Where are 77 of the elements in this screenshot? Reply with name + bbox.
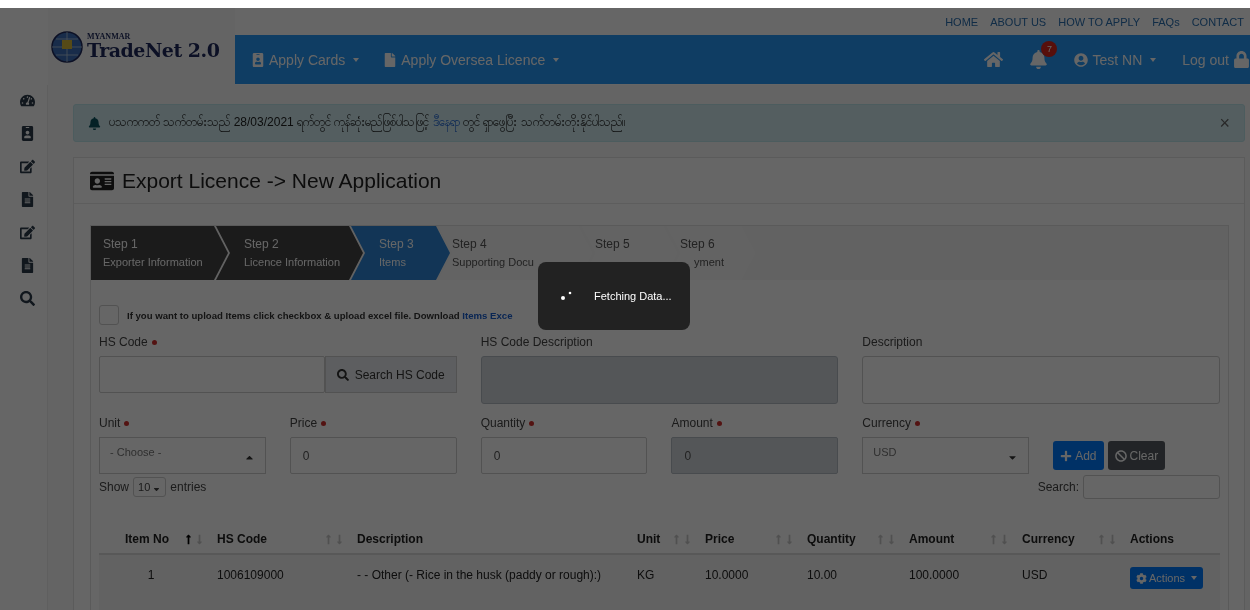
column-header[interactable]: Item No: [125, 532, 169, 546]
edit-icon[interactable]: [20, 159, 35, 174]
gauge-icon[interactable]: [20, 93, 35, 108]
bell-icon: [88, 116, 101, 130]
file-icon: [383, 52, 398, 67]
search-icon[interactable]: [20, 291, 35, 306]
page-size-select[interactable]: 10: [133, 477, 167, 497]
add-button[interactable]: Add: [1053, 441, 1104, 470]
clear-button[interactable]: Clear: [1107, 441, 1166, 470]
home-icon[interactable]: [984, 50, 1004, 69]
alert-message: ပသကကတ် သက်တမ်းသည် 28/03/2021 ရက်တွင် ကုန်ဆုံးမည်ဖြစ်ပါသဖြင့် ဒီနေရာ တွင် ရှာဖွေပြီး သက်တမ်းတိုးနိုင်ပါသည်။: [109, 114, 625, 132]
field-label: Quantity: [480, 416, 648, 430]
top-link[interactable]: FAQs: [1152, 15, 1180, 28]
field-label: Unit: [99, 416, 266, 430]
step-tab[interactable]: Step 1 Exporter Information: [91, 226, 228, 280]
column-header[interactable]: Currency: [1022, 532, 1075, 546]
search-button[interactable]: Search HS Code: [324, 356, 457, 393]
column-header[interactable]: Actions: [1130, 532, 1174, 546]
table-cell: 100.0000: [909, 568, 960, 582]
logo-title: TradeNet 2.0: [87, 41, 220, 60]
logout-link[interactable]: Log out: [1182, 51, 1250, 68]
field-label: Description: [862, 335, 924, 349]
top-link[interactable]: ABOUT US: [990, 15, 1047, 28]
search-icon: [336, 368, 349, 381]
spinner-icon: [560, 289, 574, 303]
user-menu[interactable]: Test NN: [1074, 51, 1157, 68]
show-label: Show: [99, 480, 130, 494]
table-cell: 10.00: [807, 568, 838, 582]
gear-icon: [1136, 572, 1147, 584]
table-cell: KG: [637, 568, 655, 582]
field-label: HS Code Description: [480, 335, 594, 349]
column-header[interactable]: Description: [357, 532, 423, 546]
lock-icon: [1233, 51, 1250, 68]
table-cell: 10.0000: [705, 568, 749, 582]
input-field[interactable]: 0: [480, 437, 648, 474]
logo-subtitle: MYANMAR: [87, 33, 132, 41]
column-header[interactable]: Price: [705, 532, 735, 546]
nav-menu[interactable]: Apply Cards: [251, 51, 360, 68]
table-cell: - - Other (- Rice in the husk (paddy or rough):): [357, 568, 602, 582]
step-tab[interactable]: Step 2 Licence Information: [216, 226, 363, 280]
column-header[interactable]: Quantity: [807, 532, 856, 546]
step-tab[interactable]: Step 3 Items: [351, 226, 450, 280]
card-icon[interactable]: [20, 126, 35, 141]
close-button[interactable]: ×: [1219, 112, 1230, 134]
table-cell: 1: [147, 568, 155, 582]
field-label: HS Code: [99, 335, 457, 349]
bell-icon[interactable]: [1029, 50, 1049, 69]
table-cell: USD: [1022, 568, 1048, 582]
upload-instruction: If you want to upload Items click checkbox & upload excel file. Download Items Exce: [127, 309, 513, 321]
column-header[interactable]: HS Code: [217, 532, 267, 546]
sort-icon[interactable]: [183, 533, 205, 545]
top-link[interactable]: CONTACT: [1191, 15, 1244, 28]
entries-label: entries: [170, 480, 207, 494]
field-label: Amount: [671, 416, 839, 430]
field-label: Currency: [862, 416, 1030, 430]
search-label: Search:: [1037, 480, 1079, 494]
top-link[interactable]: HOME: [945, 15, 979, 28]
ban-icon: [1114, 449, 1127, 462]
user-icon: [1074, 52, 1089, 67]
doc-icon[interactable]: [20, 258, 35, 273]
page-title: Export Licence -> New Application: [122, 168, 442, 193]
column-header[interactable]: Amount: [909, 532, 955, 546]
top-link[interactable]: HOW TO APPLY: [1058, 15, 1141, 28]
doc-icon[interactable]: [20, 192, 35, 207]
globe-logo-icon: [51, 30, 83, 63]
actions-button[interactable]: Actions: [1130, 567, 1204, 589]
column-header[interactable]: Unit: [637, 532, 661, 546]
id-badge-icon: [251, 52, 265, 67]
nav-menu[interactable]: Apply Oversea Licence: [383, 51, 560, 68]
plus-icon: [1060, 449, 1073, 462]
edit-icon[interactable]: [20, 225, 35, 240]
loading-text: Fetching Data...: [594, 290, 672, 302]
template-link[interactable]: Items Exce: [462, 309, 513, 321]
table-cell: 1006109000: [217, 568, 284, 582]
field-label: Price: [289, 416, 457, 430]
input-field[interactable]: 0: [289, 437, 457, 474]
notification-badge: 7: [1041, 41, 1058, 57]
